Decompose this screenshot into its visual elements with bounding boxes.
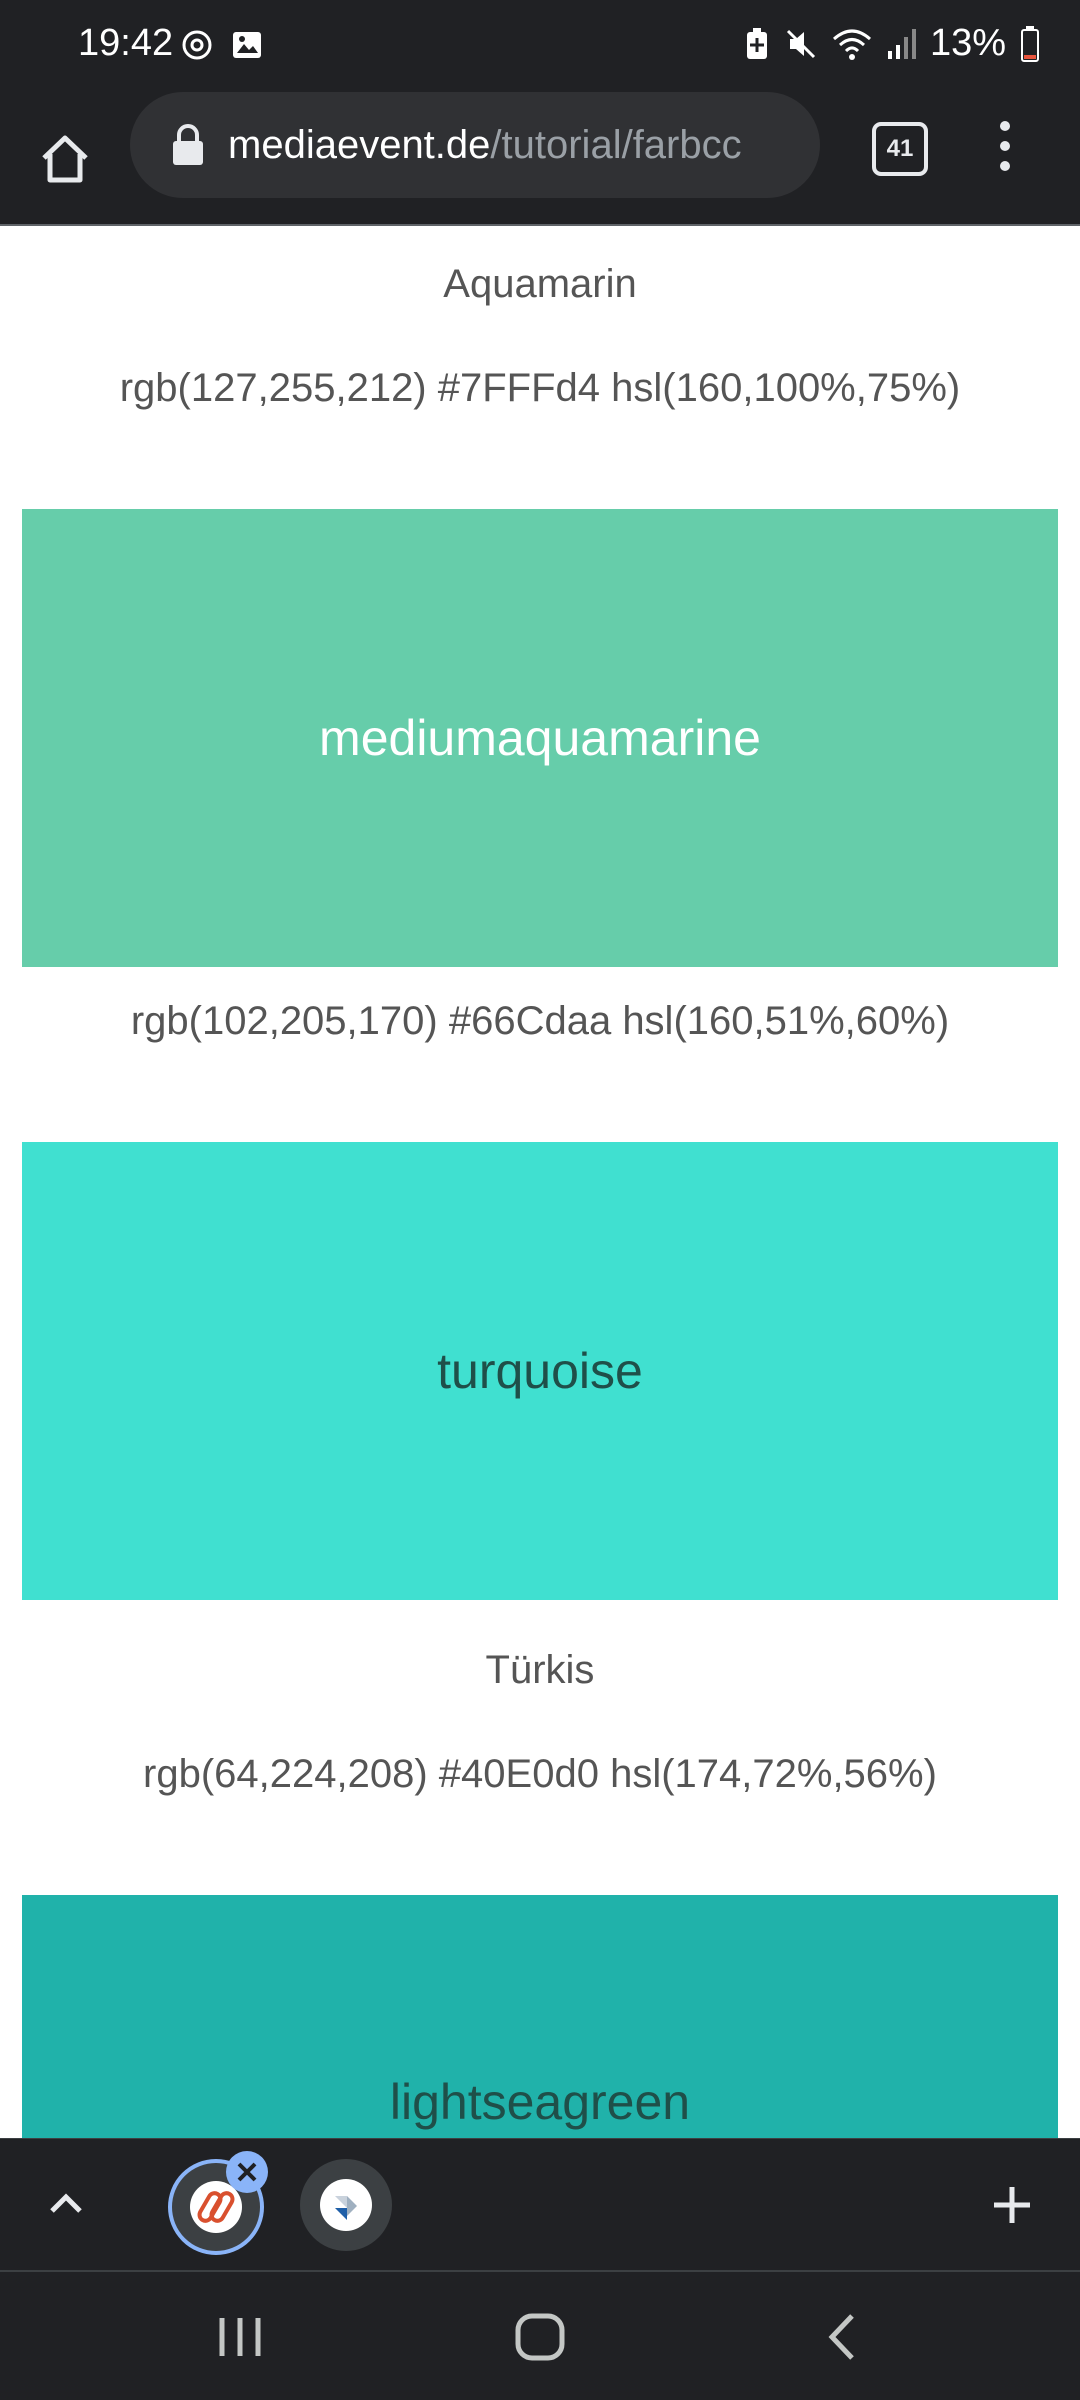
home-nav-icon[interactable] [510,2312,570,2362]
status-bar: 19:42 13% [0,0,1080,92]
site-favicon-icon [320,2179,372,2231]
signal-icon [886,27,916,61]
color-values: rgb(127,255,212) #7FFFd4 hsl(160,100%,75… [119,366,961,410]
system-navigation-bar [0,2272,1080,2400]
image-icon [230,28,264,62]
color-swatch: turquoise [22,1142,1058,1600]
home-button[interactable] [30,114,100,204]
color-name: lightseagreen [389,2074,691,2130]
battery-saver-icon [744,27,770,61]
chevron-up-icon[interactable] [42,2179,90,2227]
url-path: /tutorial/farbcc [490,122,742,167]
color-caption: Türkis [485,1648,595,1692]
tab-strip [0,2138,1080,2271]
sync-icon [180,28,214,62]
color-name: mediumaquamarine [319,710,761,766]
mute-icon [784,27,818,61]
browser-toolbar: mediaevent.de/tutorial/farbcc 41 [0,92,1080,226]
color-swatch: mediumaquamarine [22,509,1058,967]
tab-thumbnail[interactable] [300,2159,392,2251]
tab-switcher-button[interactable]: 41 [872,122,928,176]
back-icon[interactable] [814,2312,874,2362]
home-icon [42,135,88,183]
color-name: turquoise [437,1343,643,1399]
wifi-icon [832,27,872,61]
lock-icon [173,124,203,165]
color-values: rgb(64,224,208) #40E0d0 hsl(174,72%,56%) [143,1752,937,1796]
page-content: Aquamarin rgb(127,255,212) #7FFFd4 hsl(1… [0,226,1080,2138]
battery-icon [1020,25,1040,62]
status-time: 19:42 [78,22,174,64]
add-tab-icon[interactable] [990,2183,1034,2227]
recent-apps-icon[interactable] [210,2312,270,2362]
address-bar[interactable]: mediaevent.de/tutorial/farbcc [130,92,820,198]
kebab-menu-icon [1000,121,1010,171]
battery-percent: 13% [929,22,1006,64]
close-tab-button[interactable] [226,2151,268,2193]
url-text[interactable]: mediaevent.de/tutorial/farbcc [228,123,742,168]
color-caption: Aquamarin [443,262,637,306]
url-domain: mediaevent.de [228,122,491,167]
more-menu-button[interactable] [990,116,1020,176]
close-icon [237,2162,257,2182]
color-values: rgb(102,205,170) #66Cdaa hsl(160,51%,60%… [130,999,950,1043]
color-swatch: lightseagreen [22,1895,1058,2138]
